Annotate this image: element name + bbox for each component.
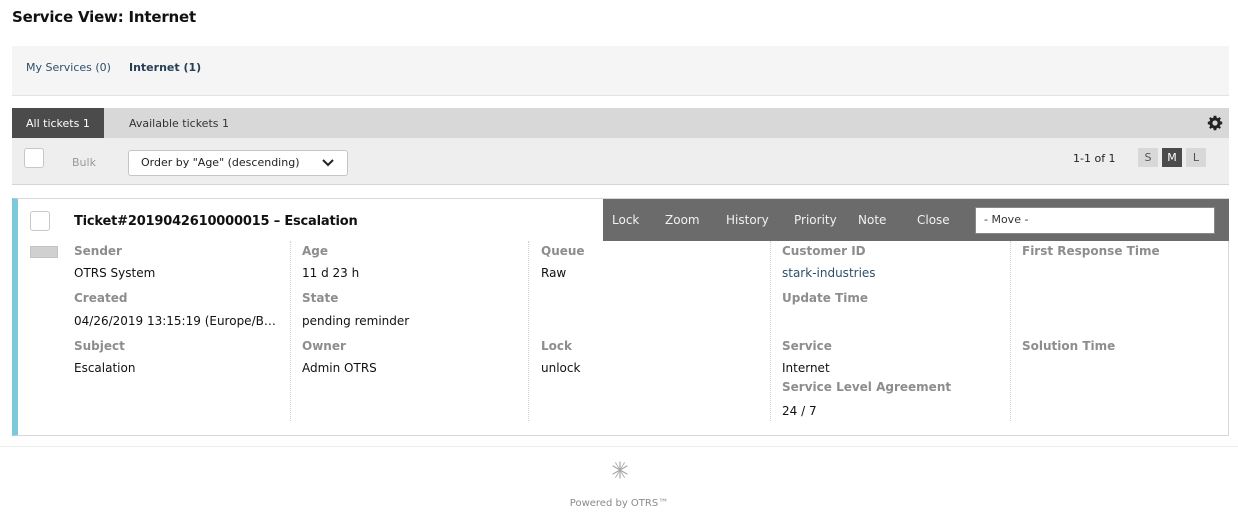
- view-size-m-button[interactable]: M: [1162, 148, 1182, 167]
- solution-time-label: Solution Time: [1022, 339, 1116, 353]
- ticket-item[interactable]: Ticket#2019042610000015 – Escalation Loc…: [12, 198, 1229, 436]
- sla-label: Service Level Agreement: [782, 380, 952, 394]
- view-size-s-button[interactable]: S: [1138, 148, 1158, 167]
- bulk-button[interactable]: Bulk: [72, 156, 96, 169]
- sender-value: OTRS System: [74, 266, 156, 280]
- footer-powered-by: Powered by OTRS™: [569, 498, 669, 509]
- update-time-label: Update Time: [782, 291, 869, 305]
- otrs-logo-icon: [612, 461, 628, 479]
- queue-label: Queue: [541, 244, 585, 258]
- gear-icon[interactable]: [1207, 115, 1223, 131]
- service-label: Service: [782, 339, 832, 353]
- action-note[interactable]: Note: [858, 213, 886, 227]
- owner-label: Owner: [302, 339, 346, 353]
- created-label: Created: [74, 291, 128, 305]
- footer-divider: [0, 446, 1238, 447]
- service-nav: My Services (0) Internet (1): [12, 46, 1229, 96]
- sla-value: 24 / 7: [782, 404, 817, 418]
- ticket-action-bar: Lock Zoom History Priority Note Close - …: [603, 199, 1229, 241]
- ticket-title[interactable]: Ticket#2019042610000015 – Escalation: [74, 214, 358, 229]
- pagination-info: 1-1 of 1: [1073, 152, 1116, 165]
- move-queue-select[interactable]: - Move -: [975, 207, 1215, 234]
- order-by-value: Order by "Age" (descending): [141, 156, 300, 169]
- customer-id-label: Customer ID: [782, 244, 866, 258]
- action-priority[interactable]: Priority: [794, 213, 837, 227]
- column-divider: [770, 241, 771, 421]
- service-link-my-services[interactable]: My Services (0): [26, 61, 111, 74]
- subject-value: Escalation: [74, 361, 136, 375]
- action-zoom[interactable]: Zoom: [665, 213, 700, 227]
- action-close[interactable]: Close: [917, 213, 950, 227]
- age-value: 11 d 23 h: [302, 266, 360, 280]
- select-all-checkbox[interactable]: [24, 148, 44, 168]
- sender-label: Sender: [74, 244, 122, 258]
- state-value: pending reminder: [302, 314, 410, 328]
- queue-value: Raw: [541, 266, 567, 280]
- owner-value: Admin OTRS: [302, 361, 377, 375]
- customer-id-link[interactable]: stark-industries: [782, 266, 876, 280]
- tab-available-tickets[interactable]: Available tickets 1: [115, 108, 243, 138]
- action-lock[interactable]: Lock: [612, 213, 639, 227]
- column-divider: [290, 241, 291, 421]
- ticket-toolbar: Bulk Order by "Age" (descending) 1-1 of …: [12, 138, 1229, 185]
- tab-all-tickets[interactable]: All tickets 1: [12, 108, 104, 138]
- subject-label: Subject: [74, 339, 125, 353]
- sender-avatar: [30, 246, 58, 258]
- column-divider: [1010, 241, 1011, 421]
- ticket-checkbox[interactable]: [30, 211, 50, 231]
- first-response-time-label: First Response Time: [1022, 244, 1160, 258]
- created-value: 04/26/2019 13:15:19 (Europe/B…: [74, 314, 276, 328]
- page-title: Service View: Internet: [12, 8, 196, 26]
- chevron-down-icon: [322, 159, 334, 167]
- service-value: Internet: [782, 361, 830, 375]
- service-link-internet[interactable]: Internet (1): [129, 61, 201, 74]
- order-by-select[interactable]: Order by "Age" (descending): [128, 150, 348, 176]
- lock-value: unlock: [541, 361, 581, 375]
- ticket-tabs: All tickets 1 Available tickets 1: [12, 108, 1229, 138]
- column-divider: [528, 241, 529, 421]
- state-label: State: [302, 291, 339, 305]
- view-size-l-button[interactable]: L: [1186, 148, 1206, 167]
- action-history[interactable]: History: [726, 213, 769, 227]
- lock-label: Lock: [541, 339, 572, 353]
- age-label: Age: [302, 244, 329, 258]
